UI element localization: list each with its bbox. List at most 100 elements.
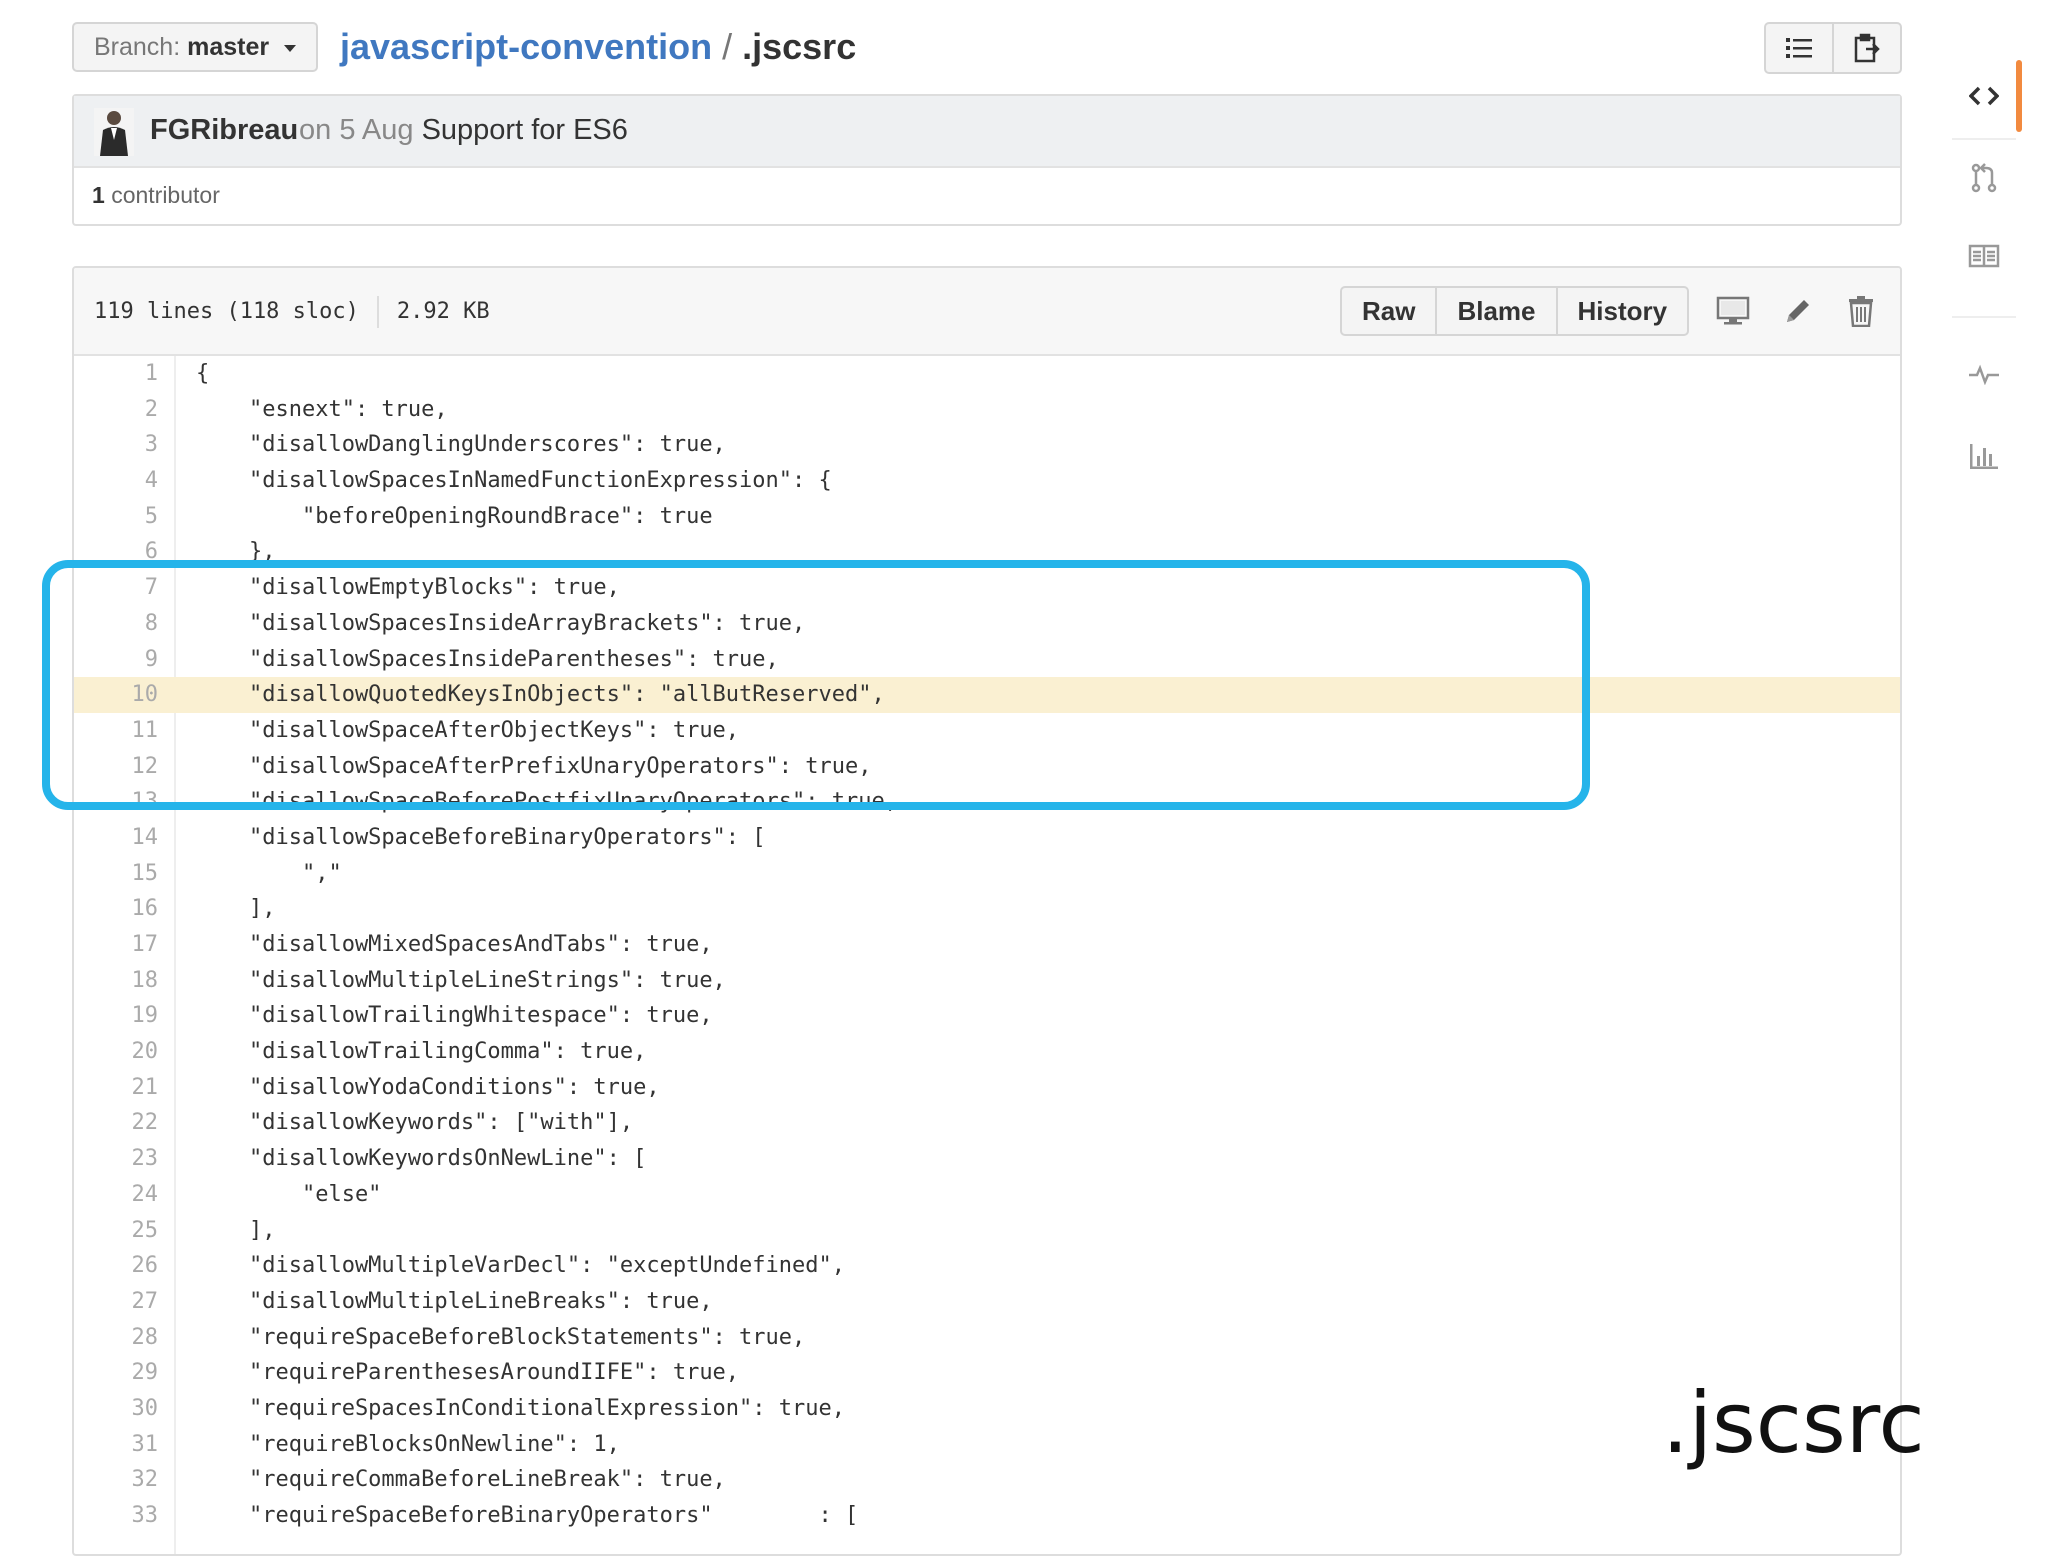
line-number[interactable]: 32 (74, 1462, 159, 1498)
code-line: 16 ], (74, 891, 1900, 927)
code-line: 2 "esnext": true, (74, 392, 1900, 428)
file-info: 119 lines (118 sloc) 2.92 KB (94, 296, 490, 328)
commit-tease: FGRibreau on 5 Aug Support for ES6 1 con… (72, 94, 1902, 226)
trash-icon[interactable] (1842, 292, 1880, 330)
code-line: 27 "disallowMultipleLineBreaks": true, (74, 1284, 1900, 1320)
line-code: "," (196, 860, 342, 886)
code-line: 22 "disallowKeywords": ["with"], (74, 1105, 1900, 1141)
file-actions-group: Raw Blame History (1340, 286, 1690, 336)
code-line: 17 "disallowMixedSpacesAndTabs": true, (74, 927, 1900, 963)
line-code: "disallowKeywords": ["with"], (196, 1110, 634, 1136)
breadcrumb: javascript-convention / .jscsrc (340, 24, 856, 70)
commit-meta: on 5 Aug Support for ES6 (299, 114, 628, 147)
breadcrumb-separator: / (722, 26, 733, 67)
line-number[interactable]: 1 (74, 356, 158, 392)
line-code: "disallowSpaceBeforeBinaryOperators": [ (196, 824, 766, 850)
pencil-icon[interactable] (1779, 292, 1817, 330)
line-number[interactable]: 18 (74, 963, 159, 999)
code-line: 20 "disallowTrailingComma": true, (74, 1034, 1900, 1070)
line-code: "disallowTrailingComma": true, (196, 1039, 647, 1065)
line-code: ], (196, 1217, 276, 1243)
line-number[interactable]: 25 (74, 1213, 159, 1249)
line-number[interactable]: 27 (74, 1284, 159, 1320)
code-line: 4 "disallowSpacesInNamedFunctionExpressi… (74, 463, 1900, 499)
line-code: "requireCommaBeforeLineBreak": true, (196, 1467, 726, 1493)
line-number[interactable]: 29 (74, 1355, 159, 1391)
line-number[interactable]: 20 (74, 1034, 159, 1070)
line-number[interactable]: 26 (74, 1248, 159, 1284)
line-number[interactable]: 30 (74, 1391, 159, 1427)
line-number[interactable]: 24 (74, 1177, 159, 1213)
code-line: 18 "disallowMultipleLineStrings": true, (74, 963, 1900, 999)
line-number[interactable]: 4 (74, 463, 158, 499)
line-code: "requireBlocksOnNewline": 1, (196, 1431, 620, 1457)
line-number[interactable]: 28 (74, 1320, 159, 1356)
line-number[interactable]: 2 (74, 392, 158, 428)
code-line: 1{ (74, 356, 1900, 392)
caret-down-icon (284, 44, 297, 52)
slide-caption: .jscsrc (1662, 1374, 1925, 1472)
line-number[interactable]: 3 (74, 427, 158, 463)
history-button[interactable]: History (1555, 288, 1688, 334)
contributor-count: 1 (92, 182, 105, 208)
avatar[interactable] (94, 108, 134, 156)
file-viewer: 119 lines (118 sloc) 2.92 KB Raw Blame Hi… (72, 266, 1902, 1556)
file-header: 119 lines (118 sloc) 2.92 KB Raw Blame Hi… (74, 268, 1900, 356)
highlight-annotation-box (42, 560, 1590, 810)
list-icon[interactable] (1766, 24, 1832, 72)
line-code: "disallowMultipleLineStrings": true, (196, 967, 726, 993)
line-code: "disallowTrailingWhitespace": true, (196, 1003, 713, 1029)
file-lines-info: 119 lines (118 sloc) (94, 299, 359, 324)
contributors[interactable]: 1 contributor (92, 182, 220, 209)
line-number[interactable]: 14 (74, 820, 159, 856)
line-code: "requireSpacesInConditionalExpression": … (196, 1395, 846, 1421)
line-code: "else" (196, 1181, 382, 1207)
line-code: "requireSpaceBeforeBlockStatements": tru… (196, 1324, 806, 1350)
code-line: 24 "else" (74, 1177, 1900, 1213)
line-number[interactable]: 23 (74, 1141, 159, 1177)
repo-nav-rail (1948, 30, 2022, 520)
line-code: "beforeOpeningRoundBrace": true (196, 503, 713, 529)
commit-author[interactable]: FGRibreau (150, 114, 298, 147)
line-number[interactable]: 19 (74, 998, 159, 1034)
pull-request-icon[interactable] (1948, 142, 2020, 214)
line-number[interactable]: 16 (74, 891, 159, 927)
line-code: "disallowKeywordsOnNewLine": [ (196, 1146, 647, 1172)
line-code: "disallowMultipleVarDecl": "exceptUndefi… (196, 1253, 846, 1279)
breadcrumb-repo-link[interactable]: javascript-convention (340, 26, 712, 67)
code-view: 1{2 "esnext": true, 3 "disallowDanglingUn… (74, 356, 1900, 1554)
clipboard-icon[interactable] (1832, 24, 1900, 72)
code-line: 29 "requireParenthesesAroundIIFE": true, (74, 1355, 1900, 1391)
line-code: "disallowMixedSpacesAndTabs": true, (196, 932, 713, 957)
code-line: 28 "requireSpaceBeforeBlockStatements": … (74, 1320, 1900, 1356)
branch-select-button[interactable]: Branch: master (72, 22, 318, 72)
rail-divider (1952, 316, 2016, 318)
line-number[interactable]: 22 (74, 1105, 159, 1141)
line-number[interactable]: 5 (74, 499, 158, 535)
code-line: 26 "disallowMultipleVarDecl": "exceptUnd… (74, 1248, 1900, 1284)
code-icon[interactable] (1948, 60, 2020, 132)
blame-button[interactable]: Blame (1435, 288, 1555, 334)
breadcrumb-file: .jscsrc (742, 26, 857, 67)
line-number[interactable]: 33 (74, 1498, 159, 1534)
commit-message[interactable]: Support for ES6 (422, 114, 628, 146)
line-code: "disallowMultipleLineBreaks": true, (196, 1288, 713, 1314)
line-number[interactable]: 31 (74, 1427, 159, 1463)
line-number[interactable]: 21 (74, 1070, 159, 1106)
code-line: 30 "requireSpacesInConditionalExpression… (74, 1391, 1900, 1427)
code-line: 33 "requireSpaceBeforeBinaryOperators" :… (74, 1498, 1900, 1534)
graph-icon[interactable] (1948, 420, 2020, 492)
line-code: { (196, 361, 210, 386)
line-code: ], (196, 896, 276, 922)
desktop-icon[interactable] (1714, 292, 1752, 330)
code-line: 31 "requireBlocksOnNewline": 1, (74, 1427, 1900, 1463)
book-icon[interactable] (1948, 220, 2020, 292)
code-line: 3 "disallowDanglingUnderscores": true, (74, 427, 1900, 463)
line-number[interactable]: 15 (74, 856, 159, 892)
line-number[interactable]: 17 (74, 927, 159, 963)
code-line: 23 "disallowKeywordsOnNewLine": [ (74, 1141, 1900, 1177)
code-line: 5 "beforeOpeningRoundBrace": true (74, 499, 1900, 535)
raw-button[interactable]: Raw (1342, 288, 1435, 334)
rail-divider (1952, 138, 2016, 140)
pulse-icon[interactable] (1948, 338, 2020, 410)
